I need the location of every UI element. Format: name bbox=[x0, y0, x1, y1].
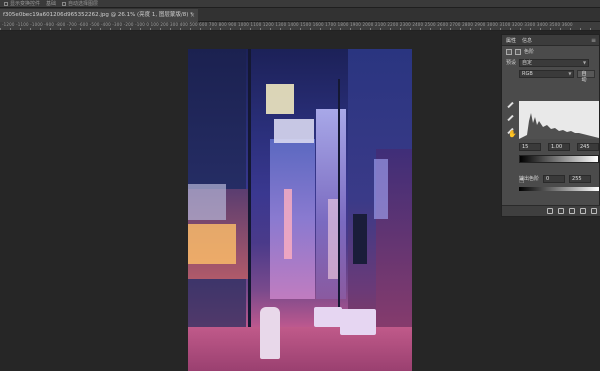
view-previous-icon[interactable] bbox=[558, 208, 564, 214]
document-tab-bar: f305e0bec19a601206d965352262.jpg @ 26.1%… bbox=[0, 8, 600, 22]
delete-icon[interactable] bbox=[591, 208, 597, 214]
panel-header: 属性 信息 ≡ bbox=[502, 35, 599, 46]
panel-footer bbox=[502, 205, 600, 216]
checkbox-icon bbox=[4, 1, 8, 6]
document-tab[interactable]: f305e0bec19a601206d965352262.jpg @ 26.1%… bbox=[0, 9, 198, 22]
input-gradient-slider[interactable] bbox=[519, 155, 599, 163]
neon-sign bbox=[188, 224, 236, 264]
hand-cursor-icon: ☝ bbox=[519, 176, 525, 186]
horizontal-ruler: -1200 -1100 -1000 -900 -800 -700 -600 -5… bbox=[0, 22, 600, 31]
neon-sign bbox=[188, 184, 226, 220]
street bbox=[188, 327, 412, 371]
checkbox-icon bbox=[62, 1, 67, 6]
mask-icon[interactable] bbox=[515, 48, 521, 55]
neon-sign bbox=[266, 84, 294, 114]
preset-select[interactable]: 自定 ▼ bbox=[519, 58, 590, 67]
option-label: 自动选择图层 bbox=[68, 1, 99, 7]
tab-info[interactable]: 信息 bbox=[522, 37, 532, 44]
panel-menu-icon[interactable]: ≡ bbox=[591, 37, 596, 44]
pedestrian bbox=[260, 307, 280, 359]
preset-row: 预设 自定 ▼ bbox=[502, 57, 599, 68]
reset-icon[interactable] bbox=[569, 208, 575, 214]
utility-pole bbox=[248, 49, 251, 349]
visibility-icon[interactable] bbox=[580, 208, 586, 214]
input-black-field[interactable]: 15 bbox=[519, 142, 541, 151]
clip-to-layer-icon[interactable] bbox=[547, 208, 553, 214]
adjustment-title-row: 色阶 bbox=[502, 46, 599, 57]
tab-properties[interactable]: 属性 bbox=[506, 37, 516, 44]
building bbox=[270, 139, 315, 299]
chevron-down-icon: ▼ bbox=[568, 70, 572, 76]
output-gradient-slider[interactable] bbox=[519, 187, 599, 191]
histogram bbox=[519, 101, 599, 139]
car bbox=[314, 307, 342, 327]
show-transform-controls-option[interactable]: 显示变换控件 bbox=[4, 0, 40, 7]
input-gamma-field[interactable]: 1.00 bbox=[548, 142, 570, 151]
option-label: 显示变换控件 bbox=[10, 1, 41, 7]
ruler-numbers: -1200 -1100 -1000 -900 -800 -700 -600 -5… bbox=[2, 22, 573, 27]
output-levels: 输出色阶 0 255 bbox=[519, 174, 599, 183]
street-sign bbox=[353, 214, 367, 264]
neon-sign bbox=[328, 199, 338, 279]
photoshop-window: 显示变换控件 基础 自动选择图层 f305e0bec19a601206d9653… bbox=[0, 0, 600, 371]
option-label: 基础 bbox=[46, 1, 57, 7]
input-white-field[interactable]: 245 bbox=[577, 142, 599, 151]
neon-sign bbox=[284, 189, 292, 259]
basic-option[interactable]: 基础 bbox=[46, 0, 56, 7]
channel-select[interactable]: RGB ▼ bbox=[519, 69, 575, 78]
input-levels: 15 1.00 245 bbox=[519, 142, 599, 151]
neon-sign bbox=[374, 159, 388, 219]
utility-pole bbox=[338, 79, 340, 329]
close-icon[interactable]: × bbox=[190, 9, 195, 22]
gray-point-eyedropper-icon[interactable] bbox=[506, 114, 513, 121]
auto-select-option[interactable]: 自动选择图层 bbox=[62, 0, 98, 7]
output-white-field[interactable]: 255 bbox=[569, 174, 592, 183]
canvas-image[interactable] bbox=[188, 49, 412, 371]
levels-icon bbox=[506, 48, 512, 55]
preset-value: 自定 bbox=[522, 59, 533, 66]
document-tab-title: f305e0bec19a601206d965352262.jpg @ 26.1%… bbox=[3, 12, 193, 18]
chevron-down-icon: ▼ bbox=[582, 59, 587, 65]
options-bar: 显示变换控件 基础 自动选择图层 bbox=[0, 0, 600, 8]
car bbox=[340, 309, 376, 335]
neon-sign bbox=[274, 119, 314, 143]
adjustment-name: 色阶 bbox=[524, 49, 535, 55]
hand-icon[interactable]: ✋ bbox=[508, 130, 517, 138]
channel-value: RGB bbox=[522, 70, 533, 77]
auto-button[interactable]: 自动 bbox=[577, 69, 595, 83]
output-black-field[interactable]: 0 bbox=[543, 174, 566, 183]
properties-panel: 属性 信息 ≡ 色阶 预设 自定 ▼ RGB ▼ 自动 ✋ 15 1.00 24… bbox=[501, 34, 600, 217]
preset-label: 预设 bbox=[506, 60, 517, 66]
histogram-graph bbox=[519, 113, 599, 139]
channel-row: RGB ▼ 自动 bbox=[502, 68, 599, 83]
black-point-eyedropper-icon[interactable] bbox=[506, 101, 513, 108]
